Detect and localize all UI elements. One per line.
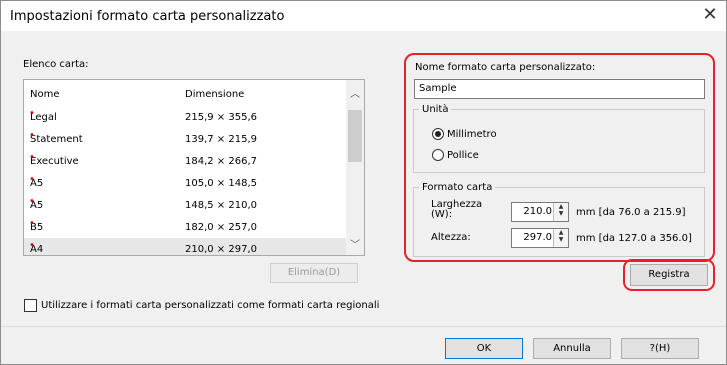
regional-formats-checkbox[interactable] [24, 299, 37, 312]
red-dot-icon: • [29, 108, 35, 119]
height-value: 297.0 [523, 232, 552, 243]
scrollbar-thumb[interactable] [348, 110, 362, 162]
width-label: Larghezza (W): [431, 199, 483, 220]
width-range: mm [da 76.0 a 215.9] [576, 207, 686, 218]
red-dot-icon: • [29, 240, 35, 251]
table-row[interactable]: • A5 148,5 × 210,0 [24, 194, 346, 216]
table-row[interactable]: • B5 182,0 × 257,0 [24, 216, 346, 238]
ok-button[interactable]: OK [445, 338, 523, 359]
units-group-title: Unità [419, 104, 452, 115]
radio-millimetre[interactable] [432, 128, 444, 140]
spin-arrows-icon[interactable]: ▲ ▼ [553, 203, 568, 221]
height-label: Altezza: [431, 232, 471, 243]
radio-millimetre-label[interactable]: Millimetro [447, 129, 497, 140]
register-button[interactable]: Registra [630, 264, 708, 286]
chevron-down-icon[interactable]: ﹀ [350, 236, 360, 251]
custom-name-input[interactable]: Sample [414, 79, 705, 99]
paper-size-group-title: Formato carta [419, 182, 496, 193]
row-dimension: 105,0 × 148,5 [185, 178, 257, 189]
row-dimension: 148,5 × 210,0 [185, 200, 257, 211]
cancel-button[interactable]: Annulla [533, 338, 611, 359]
row-name: Executive [30, 156, 79, 167]
red-dot-icon: • [29, 152, 35, 163]
delete-button[interactable]: Elimina(D) [270, 263, 358, 283]
title-bar: Impostazioni formato carta personalizzat… [1, 1, 726, 31]
list-scrollbar[interactable]: ︿ ﹀ [346, 80, 364, 255]
regional-formats-label[interactable]: Utilizzare i formati carta personalizzat… [41, 300, 379, 311]
height-spinbox[interactable]: 297.0 ▲ ▼ [511, 228, 569, 248]
units-group [413, 109, 705, 173]
help-button[interactable]: ?(H) [621, 338, 699, 359]
red-dot-icon: • [29, 196, 35, 207]
paper-list-label: Elenco carta: [23, 59, 89, 70]
column-header-name[interactable]: Nome [30, 89, 60, 100]
table-row[interactable]: • Statement 139,7 × 215,9 [24, 128, 346, 150]
red-dot-icon: • [29, 174, 35, 185]
red-dot-icon: • [29, 218, 35, 229]
table-row[interactable]: • Executive 184,2 × 266,7 [24, 150, 346, 172]
width-spinbox[interactable]: 210.0 ▲ ▼ [511, 202, 569, 222]
table-row-selected[interactable]: • A4 210,0 × 297,0 [24, 238, 346, 255]
column-header-dimension[interactable]: Dimensione [185, 89, 244, 100]
chevron-up-icon[interactable]: ︿ [350, 85, 360, 100]
row-dimension: 184,2 × 266,7 [185, 156, 257, 167]
custom-paper-size-dialog: Impostazioni formato carta personalizzat… [0, 0, 727, 365]
paper-list[interactable]: Nome Dimensione • Legal 215,9 × 355,6 • St… [23, 79, 365, 256]
row-dimension: 139,7 × 215,9 [185, 134, 257, 145]
width-value: 210.0 [523, 206, 552, 217]
window-title: Impostazioni formato carta personalizzat… [10, 9, 285, 24]
row-dimension: 182,0 × 257,0 [185, 222, 257, 233]
table-row[interactable]: • Legal 215,9 × 355,6 [24, 106, 346, 128]
height-range: mm [da 127.0 a 356.0] [576, 233, 692, 244]
custom-name-label: Nome formato carta personalizzato: [415, 62, 596, 73]
table-row[interactable]: • A5 105,0 × 148,5 [24, 172, 346, 194]
paper-list-header: Nome Dimensione [24, 80, 346, 106]
radio-inch[interactable] [432, 149, 444, 161]
radio-inch-label[interactable]: Pollice [447, 150, 479, 161]
spin-arrows-icon[interactable]: ▲ ▼ [553, 229, 568, 247]
footer-divider [1, 326, 726, 327]
row-dimension: 210,0 × 297,0 [185, 244, 257, 255]
row-name: Statement [30, 134, 83, 145]
row-dimension: 215,9 × 355,6 [185, 112, 257, 123]
close-icon[interactable]: ✕ [700, 4, 720, 26]
red-dot-icon: • [29, 130, 35, 141]
